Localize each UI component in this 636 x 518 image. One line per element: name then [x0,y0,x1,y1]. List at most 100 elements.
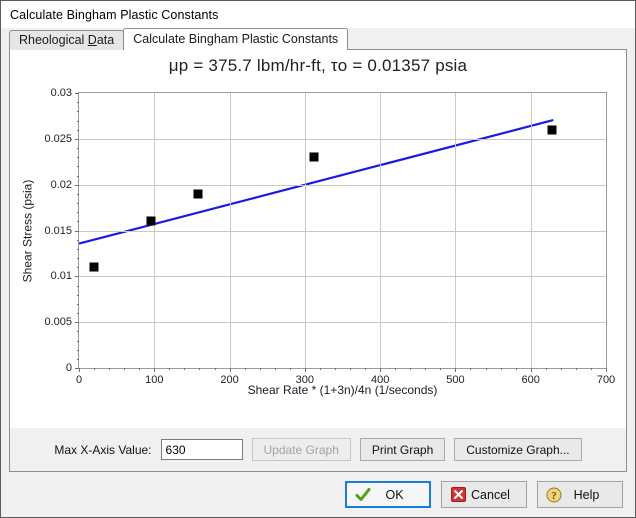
x-axis-minor-tick [365,368,366,370]
x-axis-minor-tick [275,368,276,370]
x-axis-tick [154,368,155,372]
x-axis-tick [380,368,381,372]
y-gridline [79,231,606,232]
y-axis-minor-tick [77,212,79,213]
cancel-button-label: Cancel [469,488,526,502]
y-axis-minor-tick [77,121,79,122]
data-point [193,189,202,198]
max-x-axis-input[interactable] [161,439,243,460]
cancel-button[interactable]: Cancel [441,481,527,508]
tab-rheological-data-label: Rheological Data [19,33,114,47]
data-point [90,263,99,272]
x-axis-minor-tick [576,368,577,370]
print-graph-button[interactable]: Print Graph [360,438,445,461]
x-axis-minor-tick [215,368,216,370]
data-point [547,125,556,134]
y-axis-tick-label: 0.005 [44,316,72,328]
tab-calculate-label: Calculate Bingham Plastic Constants [133,32,338,46]
y-axis-minor-tick [77,203,79,204]
x-axis-tick [531,368,532,372]
x-axis-minor-tick [109,368,110,370]
window-title: Calculate Bingham Plastic Constants [10,8,218,22]
x-axis-minor-tick [395,368,396,370]
y-axis-minor-tick [77,176,79,177]
y-axis-tick [75,139,79,140]
y-axis-minor-tick [77,267,79,268]
x-axis-minor-tick [425,368,426,370]
y-axis-minor-tick [77,157,79,158]
customize-graph-button[interactable]: Customize Graph... [454,438,581,461]
y-axis-tick-label: 0.025 [44,133,72,145]
x-axis-minor-tick [169,368,170,370]
y-axis-minor-tick [77,130,79,131]
y-axis-tick [75,368,79,369]
x-axis-minor-tick [470,368,471,370]
y-axis-minor-tick [77,111,79,112]
plot-area: 010020030040050060070000.0050.010.0150.0… [78,92,607,369]
check-icon [352,487,374,503]
y-axis-minor-tick [77,194,79,195]
ok-button-label: OK [374,488,429,502]
dialog-footer: OK Cancel ? Help [1,472,635,517]
tab-calculate-bingham-plastic-constants[interactable]: Calculate Bingham Plastic Constants [123,28,348,50]
y-axis-tick [75,231,79,232]
x-axis-minor-tick [320,368,321,370]
tab-panel: μp = 375.7 lbm/hr-ft, τo = 0.01357 psia … [9,49,627,472]
y-axis-tick [75,322,79,323]
y-axis-minor-tick [77,249,79,250]
y-axis-minor-tick [77,359,79,360]
x-axis-minor-tick [561,368,562,370]
data-point [309,153,318,162]
y-gridline [79,322,606,323]
y-axis-minor-tick [77,295,79,296]
ok-button[interactable]: OK [345,481,431,508]
y-axis-tick-label: 0.01 [51,270,72,282]
title-bar: Calculate Bingham Plastic Constants [1,1,635,28]
x-axis-minor-tick [486,368,487,370]
y-axis-minor-tick [77,341,79,342]
x-axis-minor-tick [501,368,502,370]
chart-title: μp = 375.7 lbm/hr-ft, τo = 0.01357 psia [10,50,626,76]
y-axis-minor-tick [77,166,79,167]
x-axis-minor-tick [260,368,261,370]
tab-rheological-data[interactable]: Rheological Data [9,30,124,50]
y-axis-tick-label: 0.02 [51,179,72,191]
y-axis-tick [75,276,79,277]
x-axis-minor-tick [199,368,200,370]
y-axis-minor-tick [77,148,79,149]
y-gridline [79,276,606,277]
max-x-axis-label: Max X-Axis Value: [54,443,151,457]
y-axis-minor-tick [77,350,79,351]
x-axis-tick [79,368,80,372]
x-axis-minor-tick [410,368,411,370]
update-graph-button[interactable]: Update Graph [252,438,351,461]
help-button-label: Help [565,488,622,502]
y-axis-tick-label: 0.015 [44,225,72,237]
y-axis-minor-tick [77,331,79,332]
x-axis-title: Shear Rate * (1+3n)/4n (1/seconds) [78,383,607,397]
x-axis-minor-tick [184,368,185,370]
calculate-bingham-plastic-constants-dialog: Calculate Bingham Plastic Constants Rheo… [0,0,636,518]
x-axis-minor-tick [546,368,547,370]
x-axis-minor-tick [440,368,441,370]
close-icon [447,487,469,502]
chart-area: μp = 375.7 lbm/hr-ft, τo = 0.01357 psia … [10,50,626,427]
y-gridline [79,139,606,140]
help-button[interactable]: ? Help [537,481,623,508]
data-point [146,217,155,226]
x-axis-tick [305,368,306,372]
y-axis-minor-tick [77,313,79,314]
y-axis-tick [75,93,79,94]
y-axis-minor-tick [77,258,79,259]
y-axis-minor-tick [77,102,79,103]
x-axis-tick [230,368,231,372]
x-axis-minor-tick [290,368,291,370]
x-axis-minor-tick [139,368,140,370]
x-axis-minor-tick [245,368,246,370]
y-axis-tick [75,185,79,186]
x-axis-minor-tick [516,368,517,370]
y-axis-minor-tick [77,240,79,241]
y-axis-title: Shear Stress (psia) [18,92,36,369]
y-axis-minor-tick [77,304,79,305]
x-axis-minor-tick [591,368,592,370]
